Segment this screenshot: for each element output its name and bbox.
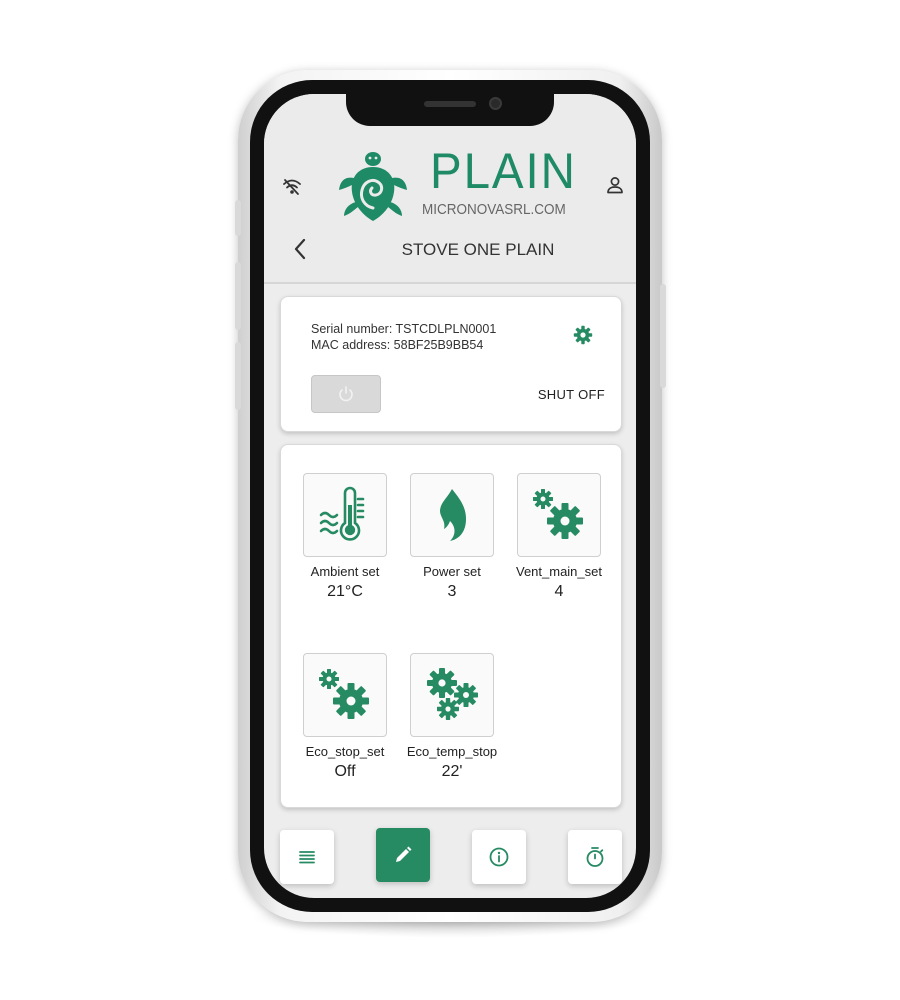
setting-tile-ambient[interactable]: Ambient set 21°C bbox=[291, 473, 399, 601]
gears-icon bbox=[319, 669, 369, 719]
side-power-button bbox=[660, 284, 666, 388]
setting-tile-icon-box[interactable] bbox=[517, 473, 601, 557]
phone-notch bbox=[346, 92, 554, 126]
gears-icon bbox=[533, 489, 583, 539]
setting-label: Eco_stop_set bbox=[305, 744, 385, 759]
power-icon bbox=[339, 386, 353, 402]
mute-switch bbox=[235, 200, 241, 236]
setting-value: 4 bbox=[554, 583, 564, 600]
power-button[interactable] bbox=[311, 375, 381, 413]
setting-label: Eco_temp_stop bbox=[406, 744, 498, 759]
setting-tile-eco-temp-stop[interactable]: Eco_temp_stop 22' bbox=[398, 653, 506, 781]
mac-address: MAC address: 58BF25B9BB54 bbox=[311, 338, 484, 352]
settings-card: Ambient set 21°C Power set 3 Vent_main_s… bbox=[280, 444, 622, 808]
timer-icon bbox=[586, 847, 604, 867]
wifi-off-icon[interactable] bbox=[282, 178, 302, 196]
flame-icon bbox=[440, 489, 466, 541]
setting-value: 22' bbox=[441, 763, 463, 780]
app-screen: PLAIN MICRONOVASRL.COM STOVE ONE PLAIN S… bbox=[264, 94, 636, 898]
info-icon bbox=[489, 847, 509, 867]
setting-tile-icon-box[interactable] bbox=[303, 653, 387, 737]
setting-label: Vent_main_set bbox=[515, 564, 602, 579]
setting-value: 3 bbox=[447, 583, 457, 600]
device-info-card: Serial number: TSTCDLPLN0001 MAC address… bbox=[280, 296, 622, 432]
brand-website: MICRONOVASRL.COM bbox=[422, 201, 566, 218]
gear-icon[interactable] bbox=[573, 325, 593, 345]
thermometer-icon bbox=[319, 486, 365, 541]
serial-number: Serial number: TSTCDLPLN0001 bbox=[311, 322, 497, 336]
setting-value: Off bbox=[334, 763, 356, 780]
edit-icon bbox=[396, 846, 412, 862]
setting-tile-eco-stop[interactable]: Eco_stop_set Off bbox=[291, 653, 399, 781]
front-camera bbox=[489, 97, 502, 110]
nav-menu-button[interactable] bbox=[280, 830, 334, 884]
page-title: STOVE ONE PLAIN bbox=[401, 240, 555, 259]
menu-icon bbox=[299, 851, 315, 864]
nav-info-button[interactable] bbox=[472, 830, 526, 884]
setting-label: Power set bbox=[423, 564, 481, 579]
stove-status: SHUT OFF bbox=[537, 387, 605, 402]
setting-tile-power[interactable]: Power set 3 bbox=[398, 473, 506, 601]
nav-timer-button[interactable] bbox=[568, 830, 622, 884]
setting-tile-icon-box[interactable] bbox=[303, 473, 387, 557]
turtle-logo-icon bbox=[339, 152, 407, 221]
setting-tile-icon-box[interactable] bbox=[410, 473, 494, 557]
nav-edit-button[interactable] bbox=[376, 828, 430, 882]
setting-tile-vent-main[interactable]: Vent_main_set 4 bbox=[505, 473, 613, 601]
volume-up-button bbox=[235, 262, 241, 330]
setting-value: 21°C bbox=[327, 583, 363, 600]
setting-label: Ambient set bbox=[310, 564, 380, 579]
phone-speaker bbox=[424, 101, 476, 107]
triple-gears-icon bbox=[427, 668, 478, 720]
setting-tile-icon-box[interactable] bbox=[410, 653, 494, 737]
brand-name: PLAIN bbox=[430, 143, 577, 199]
user-icon[interactable] bbox=[606, 176, 624, 194]
volume-down-button bbox=[235, 342, 241, 410]
